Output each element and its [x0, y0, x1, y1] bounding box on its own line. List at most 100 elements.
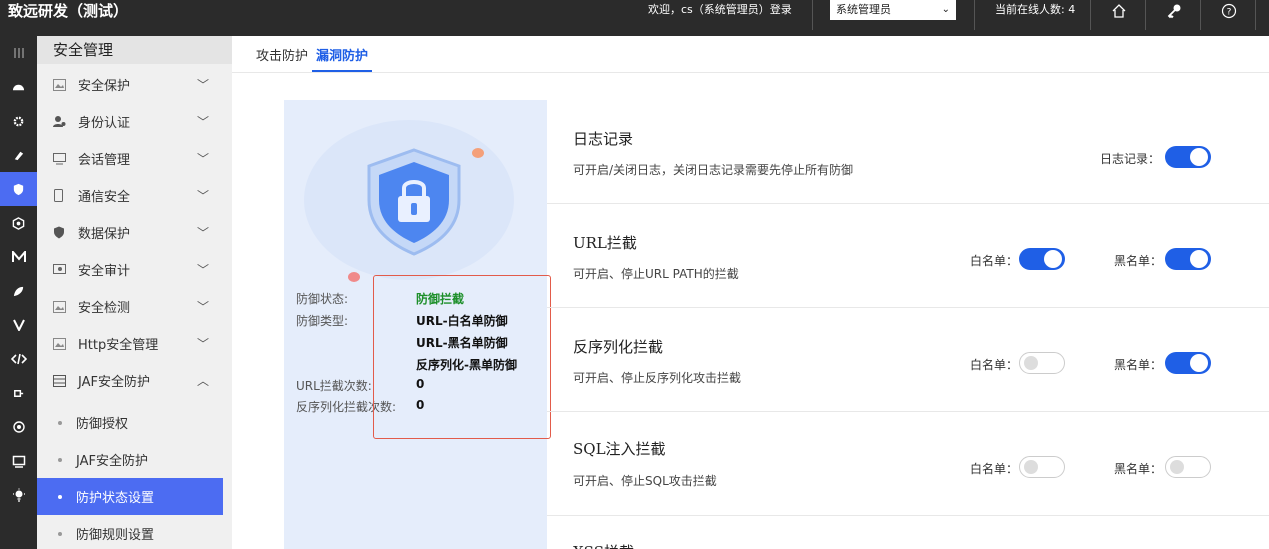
- bullet: [58, 457, 62, 462]
- role-select-value: 系统管理员: [836, 3, 891, 16]
- chevron-down-icon: ﹀: [197, 337, 210, 351]
- blacklist-label: 黑名单：: [1114, 254, 1163, 268]
- divider: [1145, 0, 1146, 30]
- bulb-icon[interactable]: [0, 478, 37, 512]
- sub-item-label: 防御授权: [76, 417, 129, 432]
- chevron-up-icon: ︿: [197, 374, 210, 388]
- bullet: [58, 494, 62, 499]
- brush-icon[interactable]: [0, 138, 37, 172]
- menu-item-identity-auth[interactable]: 身份认证 ﹀: [37, 103, 232, 140]
- row-title: XSS拦截: [573, 541, 634, 549]
- shield-icon: [52, 226, 66, 240]
- menu-item-security-protection[interactable]: 安全保护 ﹀: [37, 66, 232, 103]
- sub-item-label: JAF安全防护: [76, 454, 148, 469]
- sub-item-protection-status[interactable]: 防护状态设置: [37, 478, 223, 515]
- chevron-down-icon: ﹀: [197, 226, 210, 240]
- bullet: [58, 531, 62, 536]
- tab-attack-protection[interactable]: 攻击防护: [256, 45, 308, 64]
- row-desc: 可开启、停止反序列化攻击拦截: [573, 371, 742, 385]
- menu-item-jaf-protection[interactable]: JAF安全防护 ︿: [37, 362, 232, 399]
- chevron-down-icon: ﹀: [197, 263, 210, 277]
- home-icon[interactable]: [1104, 0, 1134, 22]
- deser-whitelist-toggle[interactable]: [1019, 352, 1065, 374]
- chevron-down-icon: ﹀: [197, 78, 210, 92]
- help-icon[interactable]: ?: [1214, 0, 1244, 22]
- blacklist-label: 黑名单：: [1114, 358, 1163, 372]
- leaf-icon[interactable]: [0, 274, 37, 308]
- shield-icon[interactable]: [0, 172, 37, 206]
- dashboard-icon[interactable]: [0, 70, 37, 104]
- blacklist-label: 黑名单：: [1114, 462, 1163, 476]
- hexagon-icon[interactable]: [0, 206, 37, 240]
- v-icon[interactable]: [0, 308, 37, 342]
- sub-item-defense-auth[interactable]: 防御授权: [37, 404, 223, 441]
- toggle-knob: [1190, 148, 1208, 166]
- menu-title: 安全管理: [37, 36, 232, 64]
- menu-item-detection[interactable]: 安全检测 ﹀: [37, 288, 232, 325]
- shield-lock-illustration: [354, 140, 474, 264]
- deser-blacklist-toggle[interactable]: [1165, 352, 1211, 374]
- setting-row-sql: SQL注入拦截 可开启、停止SQL攻击拦截 白名单： 黑名单：: [547, 412, 1269, 516]
- divider: [1090, 0, 1091, 30]
- setting-row-deserialization: 反序列化拦截 可开启、停止反序列化攻击拦截 白名单： 黑名单：: [547, 308, 1269, 412]
- row-title: URL拦截: [573, 234, 637, 252]
- log-switch-label: 日志记录：: [1100, 152, 1161, 166]
- menu-item-session[interactable]: 会话管理 ﹀: [37, 140, 232, 177]
- svg-text:?: ?: [1227, 8, 1232, 18]
- menu-item-comm-security[interactable]: 通信安全 ﹀: [37, 177, 232, 214]
- key-icon[interactable]: [1159, 0, 1189, 22]
- image-icon: [52, 78, 66, 92]
- chevron-down-icon: ⌄: [941, 4, 950, 15]
- flower-decoration: [472, 148, 484, 158]
- plugin-icon[interactable]: [0, 376, 37, 410]
- divider: [812, 0, 813, 30]
- m-icon[interactable]: [0, 240, 37, 274]
- monitor-icon[interactable]: [0, 444, 37, 478]
- menu-item-label: Http安全管理: [78, 338, 159, 353]
- whitelist-label: 白名单：: [970, 254, 1019, 268]
- role-select[interactable]: 系统管理员 ⌄: [830, 0, 956, 20]
- divider: [1255, 0, 1256, 30]
- tab-vulnerability-protection[interactable]: 漏洞防护: [316, 45, 368, 64]
- whitelist-label: 白名单：: [970, 462, 1019, 476]
- welcome-text: 欢迎，cs（系统管理员）登录: [648, 3, 792, 16]
- gear-icon[interactable]: [0, 410, 37, 444]
- sql-blacklist-toggle[interactable]: [1165, 456, 1211, 478]
- divider: [974, 0, 975, 30]
- bullet: [58, 420, 62, 425]
- row-title: SQL注入拦截: [573, 440, 666, 458]
- url-whitelist-toggle[interactable]: [1019, 248, 1065, 270]
- tab-bar: 攻击防护 漏洞防护: [232, 36, 1269, 73]
- sub-item-jaf-protection[interactable]: JAF安全防护: [37, 441, 223, 478]
- icon-rail: [0, 36, 37, 549]
- sub-item-label: 防御规则设置: [76, 528, 155, 543]
- url-count-label: URL拦截次数:: [296, 379, 372, 393]
- menu-item-http-security[interactable]: Http安全管理 ﹀: [37, 325, 232, 362]
- image-icon: [52, 337, 66, 351]
- sub-item-defense-rules[interactable]: 防御规则设置: [37, 515, 223, 549]
- sub-item-label: 防护状态设置: [76, 491, 155, 506]
- toggle-knob: [1170, 460, 1184, 474]
- menu-item-label: JAF安全防护: [78, 375, 150, 390]
- menu-icon[interactable]: [0, 36, 37, 70]
- toggle-knob: [1024, 460, 1038, 474]
- toggle-knob: [1024, 356, 1038, 370]
- chevron-down-icon: ﹀: [197, 152, 210, 166]
- menu-item-label: 身份认证: [78, 116, 131, 131]
- row-desc: 可开启、停止URL PATH的拦截: [573, 267, 739, 281]
- active-tab-indicator: [312, 70, 372, 72]
- log-toggle[interactable]: [1165, 146, 1211, 168]
- phone-icon: [52, 189, 66, 203]
- chevron-down-icon: ﹀: [197, 115, 210, 129]
- row-title: 日志记录: [573, 130, 634, 148]
- sql-whitelist-toggle[interactable]: [1019, 456, 1065, 478]
- menu-item-audit[interactable]: 安全审计 ﹀: [37, 251, 232, 288]
- menu-item-data-protection[interactable]: 数据保护 ﹀: [37, 214, 232, 251]
- server-icon: [52, 374, 66, 388]
- settings-icon[interactable]: [0, 104, 37, 138]
- toggle-knob: [1044, 250, 1062, 268]
- audit-icon: [52, 263, 66, 277]
- chevron-down-icon: ﹀: [197, 189, 210, 203]
- url-blacklist-toggle[interactable]: [1165, 248, 1211, 270]
- code-icon[interactable]: [0, 342, 37, 376]
